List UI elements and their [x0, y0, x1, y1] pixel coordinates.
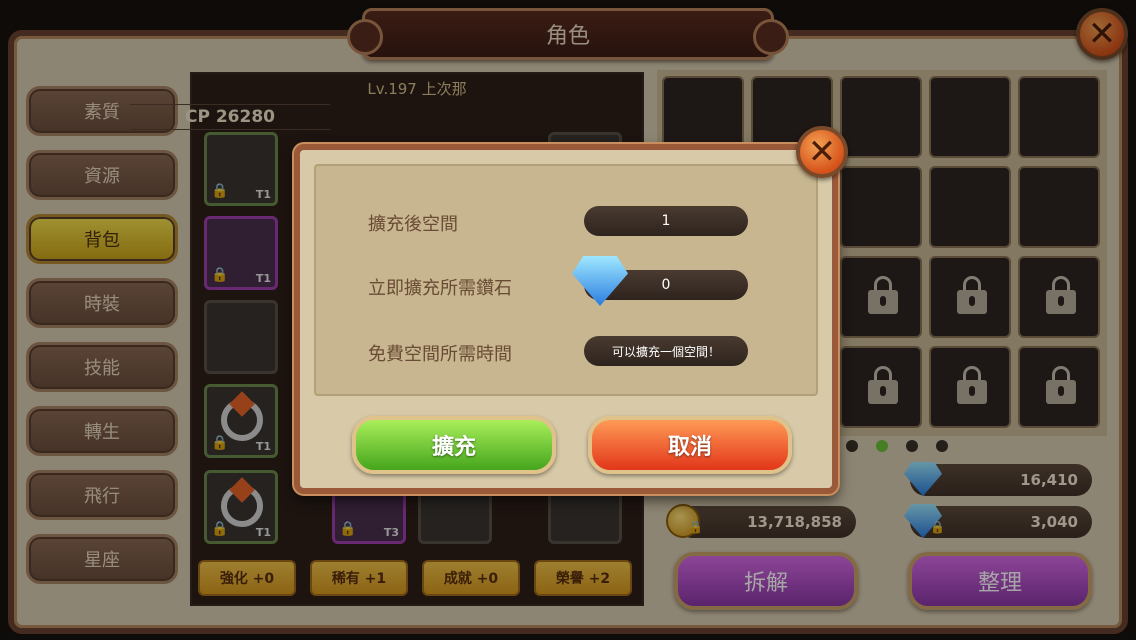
row-label-free-time: 免費空間所需時間	[368, 344, 512, 365]
close-icon: ✕	[807, 132, 837, 172]
expand-inventory-dialog: 擴充後空間 1 立即擴充所需鑽石 0 免費空間所需時間 可以擴充一個空間！ 擴充…	[294, 144, 838, 494]
cancel-button[interactable]: 取消	[588, 416, 792, 474]
row-label-diamond-cost: 立即擴充所需鑽石	[368, 278, 512, 299]
row-value-space-after: 1	[584, 206, 748, 236]
expand-button[interactable]: 擴充	[352, 416, 556, 474]
dialog-content: 擴充後空間 1 立即擴充所需鑽石 0 免費空間所需時間 可以擴充一個空間！	[314, 164, 818, 396]
close-dialog-button[interactable]: ✕	[796, 126, 848, 178]
row-label-space-after: 擴充後空間	[368, 214, 458, 235]
row-value-free-time: 可以擴充一個空間！	[584, 336, 748, 366]
